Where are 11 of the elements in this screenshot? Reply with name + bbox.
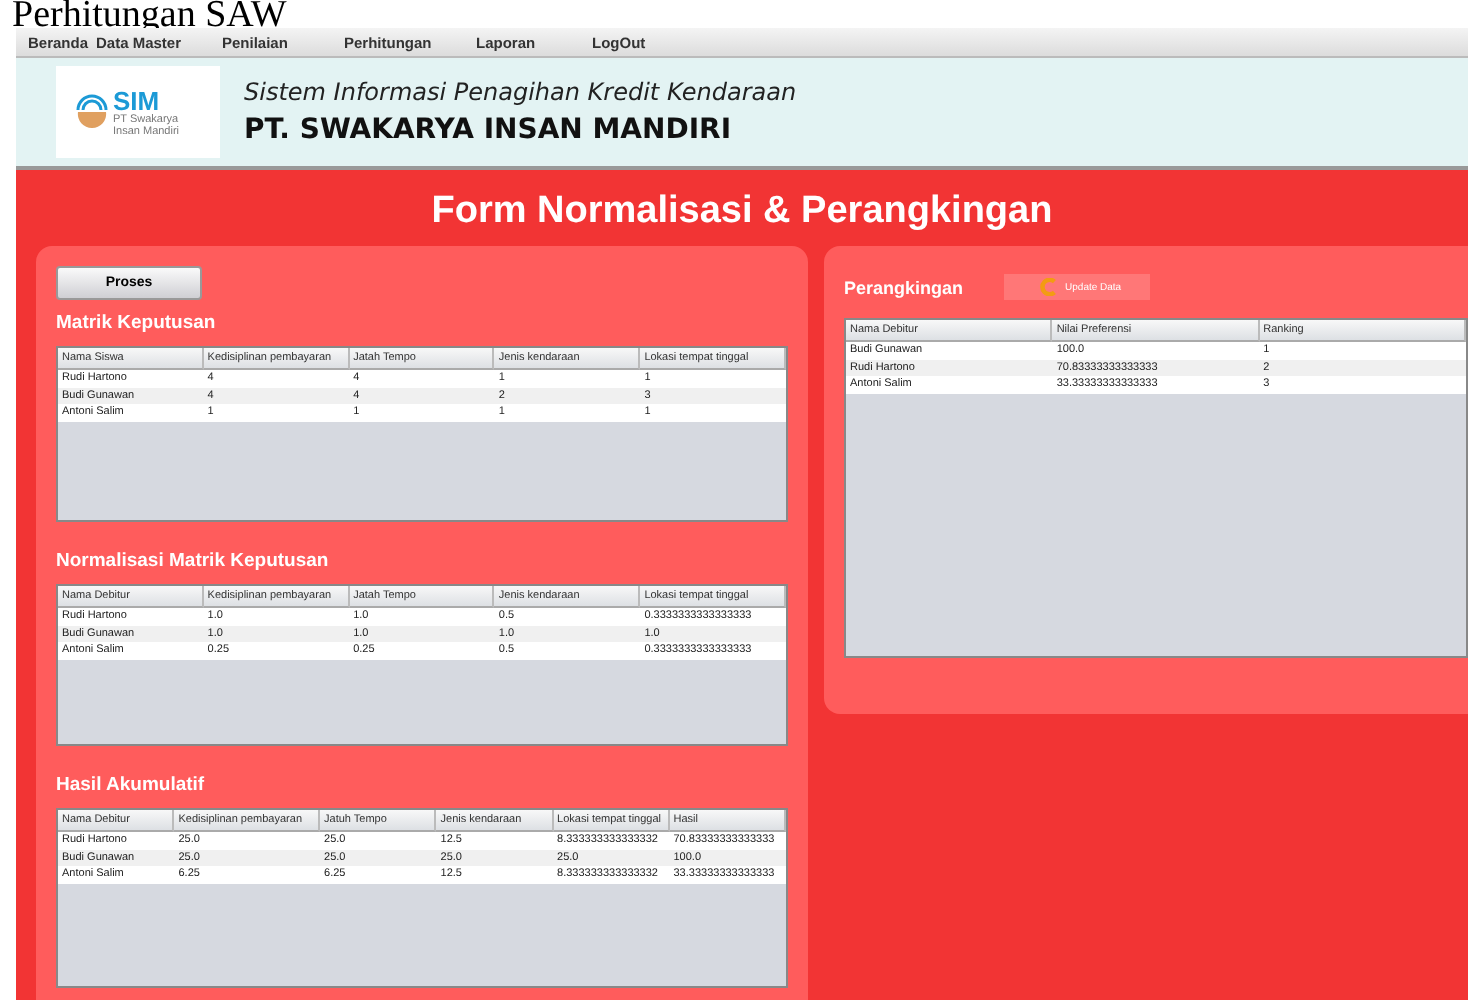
section-title: Matrik Keputusan [56,312,218,334]
form-title: Form Normalisasi & Perangkingan [429,188,1055,236]
section-title: Hasil Akumulatif [56,774,207,796]
section-title: Normalisasi Matrik Keputusan [56,550,331,572]
rings-icon [75,94,107,130]
company-name: PT. SWAKARYA INSAN MANDIRI [244,114,734,146]
refresh-icon [1039,278,1058,296]
system-subtitle: Sistem Informasi Penagihan Kredit Kendaraan [244,78,797,106]
page-title: Perhitungan SAW [10,0,289,28]
ranking-title: Perangkingan [844,277,964,297]
logo-text: SIM [113,87,160,113]
